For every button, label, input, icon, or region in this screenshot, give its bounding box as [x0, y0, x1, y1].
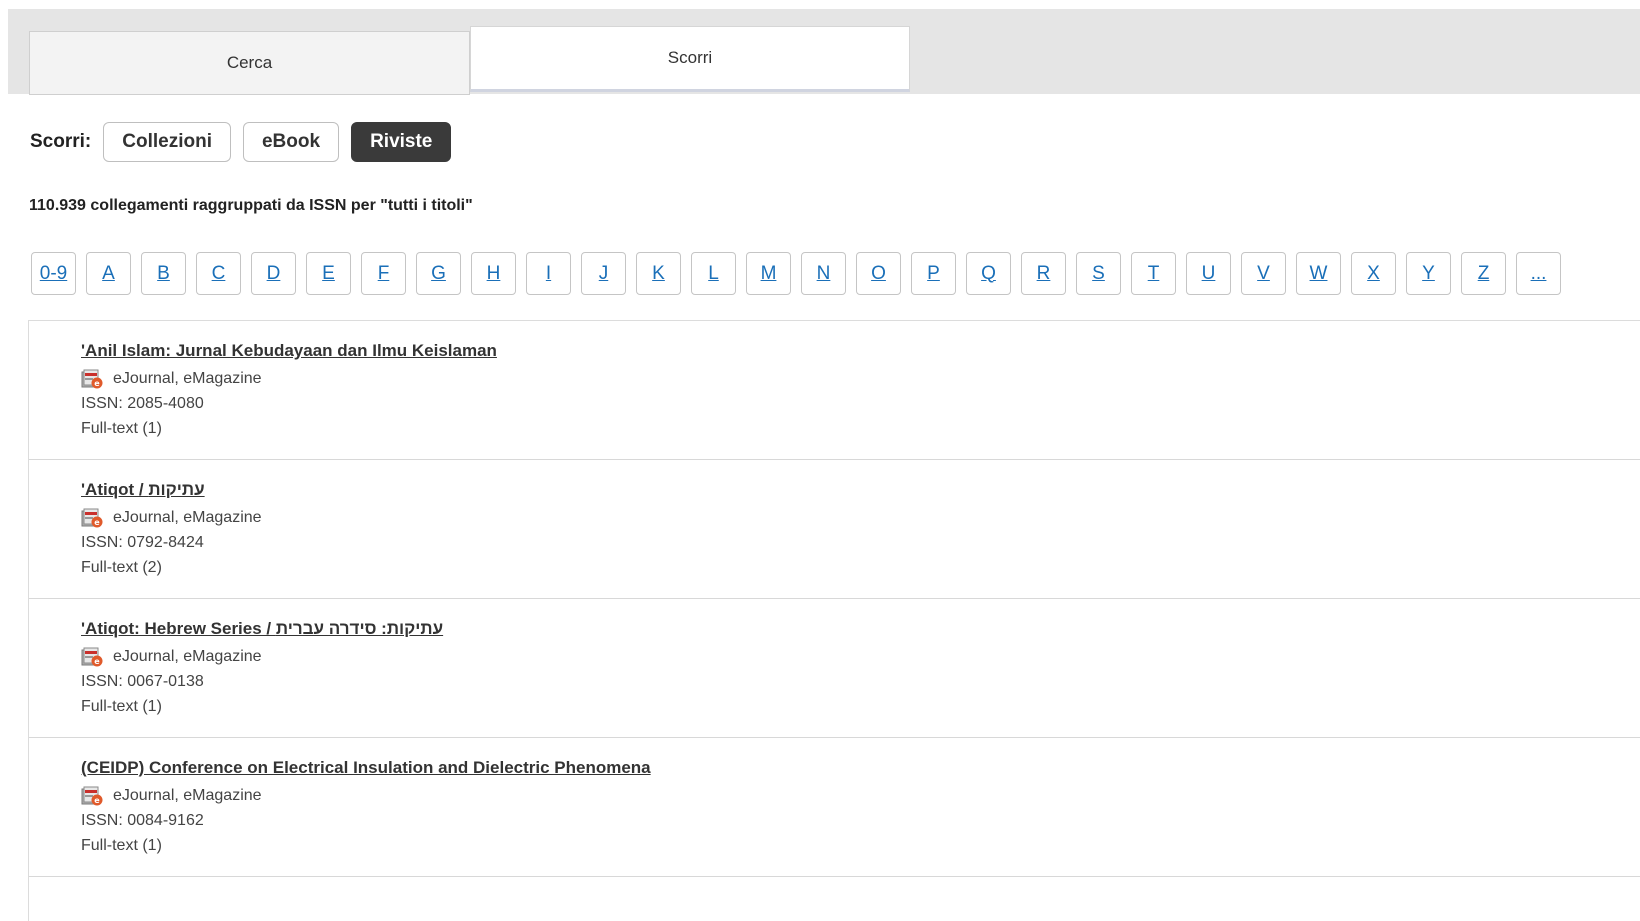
- ejournal-icon: e: [81, 508, 103, 528]
- resource-type: e eJournal, eMagazine: [81, 367, 1640, 391]
- letter-link[interactable]: B: [141, 252, 186, 295]
- svg-text:e: e: [94, 379, 100, 388]
- issn-text: ISSN: 2085-4080: [81, 395, 204, 412]
- resource-type-label: eJournal, eMagazine: [113, 509, 262, 526]
- letter-link[interactable]: R: [1021, 252, 1066, 295]
- letter-link[interactable]: D: [251, 252, 296, 295]
- letter-link[interactable]: V: [1241, 252, 1286, 295]
- letter-link[interactable]: O: [856, 252, 901, 295]
- collections-button[interactable]: Collezioni: [103, 122, 231, 162]
- letter-link[interactable]: G: [416, 252, 461, 295]
- resource-type: e eJournal, eMagazine: [81, 506, 1640, 530]
- svg-text:e: e: [94, 518, 100, 527]
- results-summary: 110.939 collegamenti raggruppati da ISSN…: [29, 197, 473, 214]
- letter-link[interactable]: ...: [1516, 252, 1561, 295]
- results-list: 'Anil Islam: Jurnal Kebudayaan dan Ilmu …: [28, 320, 1640, 921]
- resource-type-label: eJournal, eMagazine: [113, 648, 262, 665]
- resource-type: e eJournal, eMagazine: [81, 784, 1640, 808]
- list-item: 'Anil Islam: Jurnal Kebudayaan dan Ilmu …: [29, 321, 1640, 460]
- journals-button[interactable]: Riviste: [351, 122, 452, 162]
- fulltext-count: Full-text (1): [81, 420, 162, 437]
- letter-link[interactable]: A: [86, 252, 131, 295]
- letter-link[interactable]: 0-9: [31, 252, 76, 295]
- letter-link[interactable]: I: [526, 252, 571, 295]
- letter-link[interactable]: U: [1186, 252, 1231, 295]
- tab-search[interactable]: Cerca: [29, 31, 470, 95]
- list-item: (CEIDP) Conference on Electrical Insulat…: [29, 738, 1640, 877]
- resource-type-label: eJournal, eMagazine: [113, 787, 262, 804]
- letter-link[interactable]: K: [636, 252, 681, 295]
- journal-title-link[interactable]: (CEIDP) Conference on Electrical Insulat…: [81, 758, 1640, 778]
- issn-text: ISSN: 0792-8424: [81, 534, 204, 551]
- letter-link[interactable]: L: [691, 252, 736, 295]
- svg-text:e: e: [94, 796, 100, 805]
- browse-label: Scorri:: [30, 131, 92, 152]
- letter-link[interactable]: M: [746, 252, 791, 295]
- letter-link[interactable]: S: [1076, 252, 1121, 295]
- letter-link[interactable]: F: [361, 252, 406, 295]
- letter-link[interactable]: W: [1296, 252, 1341, 295]
- issn-text: ISSN: 0067-0138: [81, 673, 204, 690]
- svg-text:e: e: [94, 657, 100, 666]
- letter-link[interactable]: J: [581, 252, 626, 295]
- fulltext-count: Full-text (1): [81, 698, 162, 715]
- letter-link[interactable]: C: [196, 252, 241, 295]
- alphabet-nav: 0-9 A B C D E F G H I J K L M N O P Q R S T U V W X Y Z...: [31, 252, 1561, 295]
- ejournal-icon: e: [81, 647, 103, 667]
- fulltext-count: Full-text (2): [81, 559, 162, 576]
- letter-link[interactable]: P: [911, 252, 956, 295]
- letter-link[interactable]: E: [306, 252, 351, 295]
- letter-link[interactable]: Q: [966, 252, 1011, 295]
- ejournal-icon: e: [81, 369, 103, 389]
- issn-text: ISSN: 0084-9162: [81, 812, 204, 829]
- journal-title-link[interactable]: 'Atiqot / עתיקות: [81, 480, 1640, 500]
- journal-title-link[interactable]: 'Atiqot: Hebrew Series / עתיקות: סידרה ע…: [81, 619, 1640, 639]
- list-item: 'Atiqot: Hebrew Series / עתיקות: סידרה ע…: [29, 599, 1640, 738]
- resource-type: e eJournal, eMagazine: [81, 645, 1640, 669]
- list-item: 'Atiqot / עתיקות e eJournal, eMagazine I…: [29, 460, 1640, 599]
- letter-link[interactable]: T: [1131, 252, 1176, 295]
- letter-link[interactable]: N: [801, 252, 846, 295]
- fulltext-count: Full-text (1): [81, 837, 162, 854]
- ejournal-icon: e: [81, 786, 103, 806]
- letter-link[interactable]: Y: [1406, 252, 1451, 295]
- journal-title-link[interactable]: 'Anil Islam: Jurnal Kebudayaan dan Ilmu …: [81, 341, 1640, 361]
- resource-type-label: eJournal, eMagazine: [113, 370, 262, 387]
- browse-type-selector: Scorri: Collezioni eBook Riviste: [30, 122, 463, 162]
- letter-link[interactable]: X: [1351, 252, 1396, 295]
- letter-link[interactable]: Z: [1461, 252, 1506, 295]
- ebook-button[interactable]: eBook: [242, 122, 340, 162]
- tab-browse[interactable]: Scorri: [470, 26, 910, 92]
- letter-link[interactable]: H: [471, 252, 516, 295]
